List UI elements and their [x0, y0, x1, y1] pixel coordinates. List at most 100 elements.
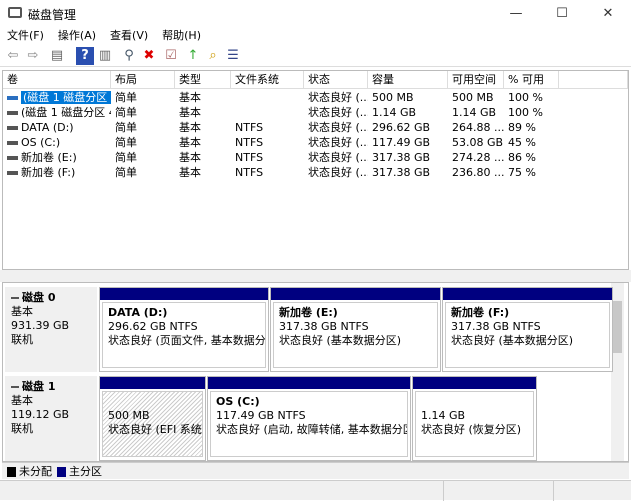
cell-value: 236.80 ...	[452, 166, 504, 179]
cell-value: 317.38 GB	[372, 166, 431, 179]
partition-title	[421, 395, 528, 409]
checklist-button[interactable]: ☑	[162, 47, 180, 65]
cell-value: NTFS	[235, 166, 264, 179]
help-button[interactable]: ?	[76, 47, 94, 65]
toolbar: ⇦ ⇨ ▤? ▥ ⚲ ✖ ☑ ↑ ⌕ ☰	[0, 45, 631, 67]
partition[interactable]: 新加卷 (F:) 317.38 GB NTFS 状态良好 (基本数据分区)	[442, 287, 613, 372]
back-icon: ⇦	[7, 48, 19, 63]
partition-title: DATA (D:)	[108, 306, 168, 319]
list-view-button[interactable]: ☰	[224, 47, 242, 65]
table-cell: 75 %	[504, 165, 559, 180]
cell-value: 状态良好 (...	[308, 106, 368, 119]
column-header[interactable]: 布局	[111, 71, 175, 89]
cell-value: 基本	[179, 121, 201, 134]
table-cell: 基本	[175, 90, 231, 105]
table-row[interactable]: 新加卷 (F:) 简单 基本 NTFS 状态良好 (... 317.38 GB 236.80…	[3, 165, 628, 180]
column-header[interactable]: 容量	[368, 71, 448, 89]
table-cell: 状态良好 (...	[304, 120, 368, 135]
cell-value: 状态良好 (...	[308, 91, 368, 104]
table-cell: 317.38 GB	[368, 165, 448, 180]
table-cell: 基本	[175, 120, 231, 135]
cell-value: 基本	[179, 166, 201, 179]
table-row[interactable]: OS (C:) 简单 基本 NTFS 状态良好 (... 117.49 GB 53.08 G…	[3, 135, 628, 150]
table-cell: (磁盘 1 磁盘分区 4)	[3, 105, 111, 120]
column-header[interactable]: 文件系统	[231, 71, 304, 89]
delete-button[interactable]: ✖	[140, 47, 158, 65]
help-icon: ?	[81, 48, 89, 63]
back-button[interactable]: ⇦	[4, 47, 22, 65]
partition[interactable]: 新加卷 (E:) 317.38 GB NTFS 状态良好 (基本数据分区)	[270, 287, 441, 372]
partition-status: 状态良好 (页面文件, 基本数据分区)	[108, 334, 266, 347]
table-cell: NTFS	[231, 150, 304, 165]
table-cell: 简单	[111, 105, 175, 120]
cell-value: 1.14 GB	[452, 106, 497, 119]
cell-value: NTFS	[235, 151, 264, 164]
table-row[interactable]: (磁盘 1 磁盘分区 1) 简单 基本 状态良好 (... 500 MB 500 MB 10…	[3, 90, 628, 105]
table-row[interactable]: DATA (D:) 简单 基本 NTFS 状态良好 (... 296.62 GB 264.8…	[3, 120, 628, 135]
volume-icon	[7, 156, 18, 160]
partition-title: 新加卷 (E:)	[279, 306, 338, 319]
table-cell: 基本	[175, 165, 231, 180]
table-cell: 500 MB	[368, 90, 448, 105]
close-button[interactable]: ✕	[585, 0, 631, 27]
table-cell: 状态良好 (...	[304, 150, 368, 165]
table-cell: 1.14 GB	[448, 105, 504, 120]
disk-name: 磁盘 0	[11, 291, 91, 305]
volume-icon	[7, 111, 18, 115]
cell-value: 100 %	[508, 91, 543, 104]
partition-status: 状态良好 (基本数据分区)	[279, 334, 402, 347]
menu-file[interactable]: 文件(F)	[0, 27, 51, 45]
menu-help[interactable]: 帮助(H)	[155, 27, 208, 45]
table-row[interactable]: 新加卷 (E:) 简单 基本 NTFS 状态良好 (... 317.38 GB 274.28…	[3, 150, 628, 165]
table-cell: 新加卷 (E:)	[3, 150, 111, 165]
cell-value: 基本	[179, 151, 201, 164]
forward-button[interactable]: ⇨	[24, 47, 42, 65]
table-row[interactable]: (磁盘 1 磁盘分区 4) 简单 基本 状态良好 (... 1.14 GB 1.14 GB…	[3, 105, 628, 120]
cell-value: NTFS	[235, 136, 264, 149]
folder-up-button[interactable]: ↑	[184, 47, 202, 65]
maximize-button[interactable]: ☐	[539, 0, 585, 27]
column-header[interactable]: 类型	[175, 71, 231, 89]
console-tree-button[interactable]: ▤	[48, 47, 66, 65]
disk-label[interactable]: 磁盘 0 基本 931.39 GB 联机	[5, 287, 97, 372]
console-tree-icon: ▤	[50, 48, 64, 63]
properties-pane-button[interactable]: ▥	[96, 47, 114, 65]
partition[interactable]: OS (C:) 117.49 GB NTFS 状态良好 (启动, 故障转储, 基本数…	[207, 376, 411, 461]
pane-splitter[interactable]	[0, 270, 631, 282]
minimize-button[interactable]: —	[493, 0, 539, 27]
table-cell: 117.49 GB	[368, 135, 448, 150]
cell-value: 状态良好 (...	[308, 166, 368, 179]
table-cell: 264.88 ...	[448, 120, 504, 135]
scrollbar-thumb[interactable]	[613, 301, 622, 353]
menu-action[interactable]: 操作(A)	[51, 27, 103, 45]
column-header[interactable]: 卷	[3, 71, 111, 89]
partition[interactable]: DATA (D:) 296.62 GB NTFS 状态良好 (页面文件, 基本数据分…	[99, 287, 269, 372]
properties-pane-icon: ▥	[98, 48, 112, 63]
column-header[interactable]: % 可用	[504, 71, 559, 89]
delete-icon: ✖	[143, 48, 155, 63]
menu-view[interactable]: 查看(V)	[103, 27, 155, 45]
column-header[interactable]: 可用空间	[448, 71, 504, 89]
cell-value: 基本	[179, 136, 201, 149]
partition[interactable]: 1.14 GB 状态良好 (恢复分区)	[412, 376, 537, 461]
table-cell: OS (C:)	[3, 135, 111, 150]
partition[interactable]: 500 MB状态良好 (EFI 系统分区)	[99, 376, 206, 461]
partition-body: DATA (D:) 296.62 GB NTFS 状态良好 (页面文件, 基本数据分…	[102, 302, 266, 368]
table-cell: NTFS	[231, 165, 304, 180]
column-header[interactable]: 状态	[304, 71, 368, 89]
cell-value: 简单	[115, 91, 137, 104]
partition-size: 317.38 GB NTFS	[279, 320, 369, 333]
cell-value: 500 MB	[452, 91, 494, 104]
partition-title: 新加卷 (F:)	[451, 306, 510, 319]
cell-value: 89 %	[508, 121, 536, 134]
partition-size: 296.62 GB NTFS	[108, 320, 198, 333]
table-cell: 86 %	[504, 150, 559, 165]
disk-label[interactable]: 磁盘 1 基本 119.12 GB 联机	[5, 376, 97, 461]
volume-name: 新加卷 (F:)	[21, 166, 76, 179]
table-cell: 简单	[111, 90, 175, 105]
disk-size: 931.39 GB	[11, 319, 70, 332]
folder-search-button[interactable]: ⌕	[204, 47, 222, 65]
connect-button[interactable]: ⚲	[120, 47, 138, 65]
partition-bar	[100, 377, 205, 389]
table-cell: 296.62 GB	[368, 120, 448, 135]
